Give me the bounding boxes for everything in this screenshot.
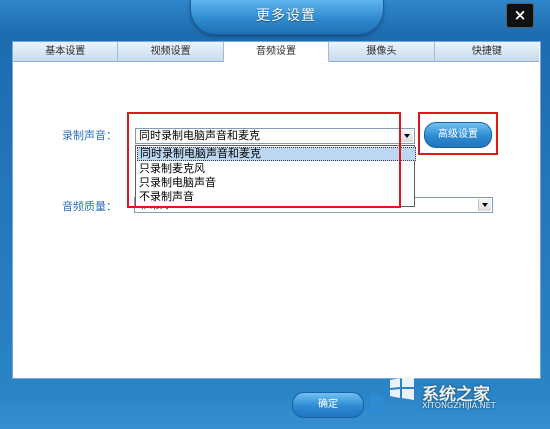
tab-bar: 基本设置 视频设置 音频设置 摄像头 快捷键 [13, 42, 540, 62]
tab-audio-settings[interactable]: 音频设置 [223, 42, 330, 62]
audio-quality-label: 音频质量： [62, 200, 117, 213]
ok-button[interactable]: 确定 [292, 392, 364, 418]
highlight-box-select [127, 112, 401, 208]
watermark-url: XITONGZHIJIA.NET [422, 401, 496, 410]
window-title: 更多设置 [256, 8, 316, 24]
chevron-down-icon [400, 130, 413, 142]
tab-basic-settings[interactable]: 基本设置 [13, 42, 119, 62]
record-sound-label: 录制声音： [62, 129, 117, 142]
ok-button-tail [370, 395, 384, 413]
advanced-settings-button[interactable]: 高级设置 [424, 122, 492, 148]
tab-video-settings[interactable]: 视频设置 [118, 42, 224, 62]
tab-hotkeys[interactable]: 快捷键 [434, 42, 540, 62]
close-button[interactable]: × [506, 3, 534, 28]
chevron-down-icon [478, 199, 491, 211]
tab-camera[interactable]: 摄像头 [329, 42, 435, 62]
watermark-logo-icon [386, 372, 418, 404]
